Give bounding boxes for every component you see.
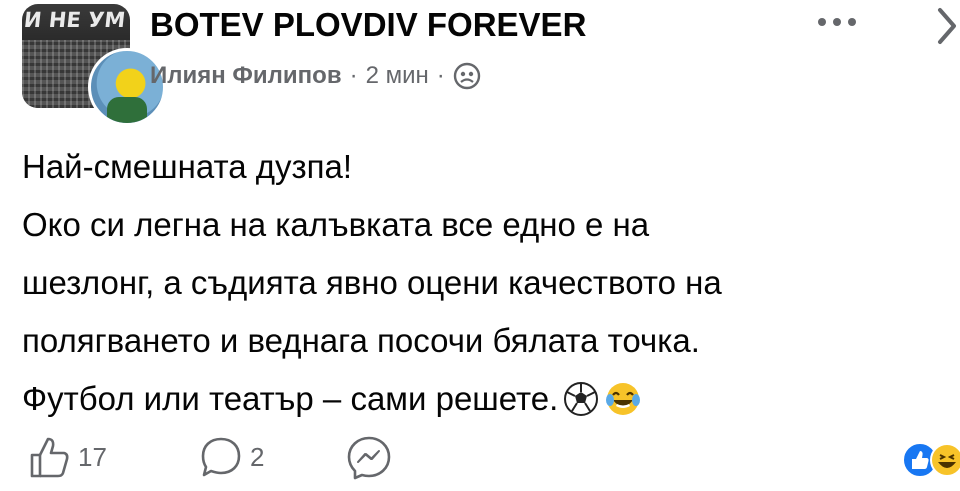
post-text-line: полягването и веднага посочи бялата точк…	[22, 322, 700, 359]
group-avatar-banner-text: И НЕ УМ	[22, 8, 127, 32]
send-messenger-button[interactable]	[346, 435, 392, 481]
group-name-link[interactable]: BOTEV PLOVDIV FOREVER	[150, 6, 586, 44]
post-text-last-line: Футбол или театър – сами решете.	[22, 370, 952, 428]
haha-reaction-icon	[930, 443, 960, 477]
comment-icon	[201, 437, 241, 477]
post-text-line: Най-смешната дузпа!	[22, 148, 353, 185]
reaction-summary[interactable]	[900, 440, 960, 480]
author-name-link[interactable]: Илиян Филипов	[150, 62, 342, 90]
meta-separator: ·	[436, 62, 445, 89]
like-count: 17	[78, 441, 107, 472]
post-text-line: Футбол или театър – сами решете.	[22, 380, 559, 417]
post-avatar-group[interactable]: И НЕ УМ	[22, 4, 166, 126]
comment-count: 2	[250, 441, 265, 472]
thumbs-up-icon	[30, 437, 69, 478]
more-options-icon[interactable]	[812, 10, 862, 34]
post-text-line: шезлонг, а съдията явно оцени качеството…	[22, 264, 722, 301]
messenger-icon	[347, 436, 391, 480]
chevron-right-icon[interactable]	[930, 4, 960, 48]
soccer-ball-emoji	[564, 382, 599, 416]
comment-button[interactable]: 2	[200, 435, 264, 479]
tears-of-joy-emoji	[606, 383, 641, 415]
like-button[interactable]: 17	[28, 435, 107, 479]
group-audience-icon[interactable]	[453, 62, 481, 90]
meta-separator: ·	[349, 62, 358, 89]
author-avatar-figure	[107, 97, 147, 123]
post-meta-row: Илиян Филипов · 2 мин ·	[150, 62, 481, 90]
post-text-line: Око си легна на калъвката все едно е на	[22, 206, 650, 243]
post-time-link[interactable]: 2 мин	[366, 62, 429, 90]
post-text: Най-смешната дузпа! Око си легна на калъ…	[22, 138, 952, 428]
reaction-icons	[902, 442, 960, 478]
